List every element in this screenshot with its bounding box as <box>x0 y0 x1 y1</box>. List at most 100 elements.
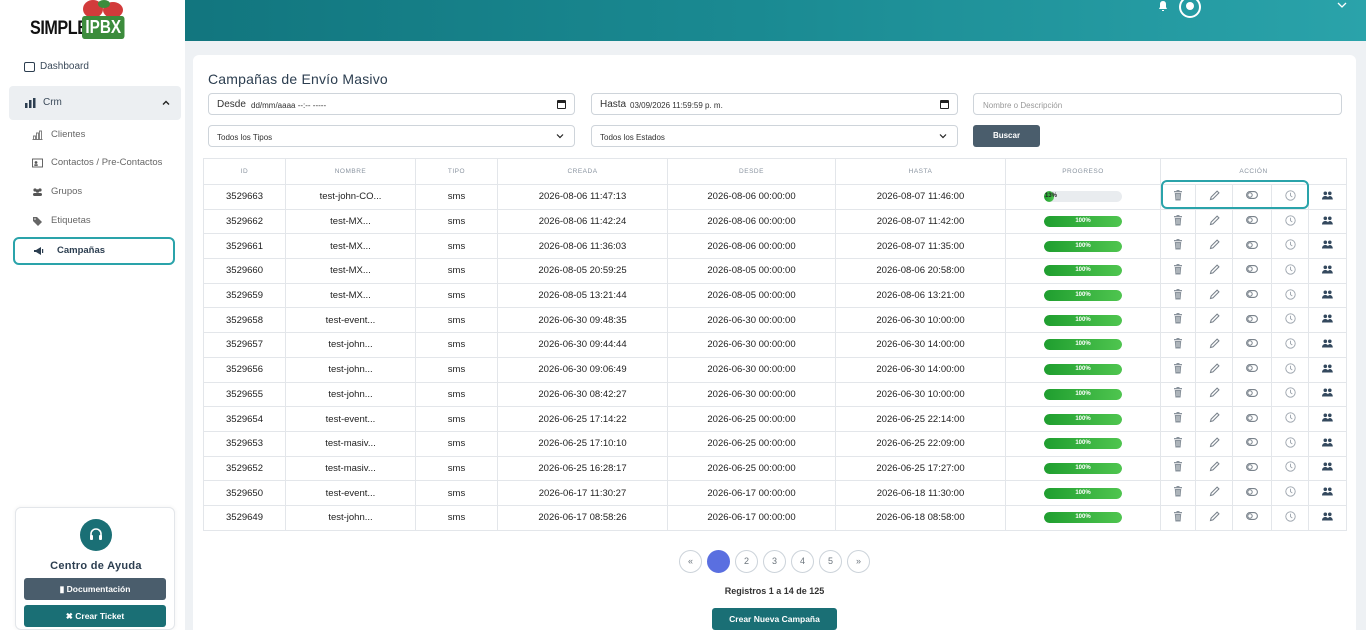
pencil-icon[interactable] <box>1209 437 1220 451</box>
action-cell[interactable] <box>1232 258 1272 284</box>
action-cell[interactable] <box>1232 282 1272 309</box>
action-cell[interactable] <box>1307 504 1348 531</box>
toggle-icon[interactable] <box>1246 462 1258 474</box>
pencil-icon[interactable] <box>1209 264 1220 278</box>
action-cell[interactable] <box>1307 258 1348 284</box>
pencil-icon[interactable] <box>1209 362 1220 377</box>
clock-icon[interactable] <box>1284 190 1296 204</box>
toggle-icon[interactable] <box>1246 487 1258 499</box>
action-cell[interactable] <box>1307 208 1348 235</box>
action-cell[interactable] <box>1160 184 1196 210</box>
sidebar-item-grupos[interactable]: Grupos <box>0 181 185 203</box>
toggle-icon[interactable] <box>1246 240 1258 252</box>
action-cell[interactable] <box>1271 233 1309 260</box>
clock-icon[interactable] <box>1284 338 1296 352</box>
estados-select[interactable]: Todos los Estados <box>591 125 958 147</box>
action-cell[interactable] <box>1160 208 1196 235</box>
action-cell[interactable] <box>1232 455 1272 482</box>
action-cell[interactable] <box>1160 233 1196 260</box>
action-cell[interactable] <box>1271 455 1309 482</box>
action-cell[interactable] <box>1195 233 1233 260</box>
toggle-icon[interactable] <box>1246 438 1258 449</box>
action-cell[interactable] <box>1195 258 1233 284</box>
calendar-icon[interactable] <box>940 100 949 109</box>
action-cell[interactable] <box>1232 307 1272 334</box>
action-cell[interactable] <box>1232 381 1272 408</box>
trash-icon[interactable] <box>1173 214 1183 229</box>
action-cell[interactable] <box>1195 356 1233 383</box>
action-cell[interactable] <box>1271 406 1309 432</box>
pagination-next[interactable]: » <box>847 550 870 573</box>
clock-icon[interactable] <box>1284 412 1296 426</box>
calendar-icon[interactable] <box>557 100 566 109</box>
action-cell[interactable] <box>1307 480 1348 506</box>
trash-icon[interactable] <box>1173 239 1183 253</box>
toggle-icon[interactable] <box>1246 265 1258 276</box>
action-cell[interactable] <box>1160 258 1196 284</box>
toggle-icon[interactable] <box>1246 364 1258 375</box>
action-cell[interactable] <box>1160 307 1196 334</box>
desde-date-field[interactable]: Desde dd/mm/aaaa --:-- ----- <box>208 93 575 115</box>
action-cell[interactable] <box>1307 381 1348 408</box>
users-icon[interactable] <box>1322 240 1333 252</box>
clock-icon[interactable] <box>1284 239 1296 253</box>
action-cell[interactable] <box>1271 381 1309 408</box>
action-cell[interactable] <box>1160 332 1196 358</box>
users-icon[interactable] <box>1322 413 1333 425</box>
users-icon[interactable] <box>1322 290 1333 302</box>
action-cell[interactable] <box>1160 430 1196 457</box>
trash-icon[interactable] <box>1173 436 1183 451</box>
trash-icon[interactable] <box>1173 313 1183 327</box>
trash-icon[interactable] <box>1173 362 1183 377</box>
trash-icon[interactable] <box>1173 510 1183 525</box>
action-cell[interactable] <box>1195 480 1233 506</box>
users-icon[interactable] <box>1322 462 1333 474</box>
users-icon[interactable] <box>1322 314 1333 326</box>
pagination-page-5[interactable]: 5 <box>819 550 842 573</box>
action-cell[interactable] <box>1271 430 1309 457</box>
action-cell[interactable] <box>1160 504 1196 531</box>
action-cell[interactable] <box>1271 282 1309 309</box>
pagination-prev[interactable]: « <box>679 550 702 573</box>
new-campaign-button[interactable]: Crear Nueva Campaña <box>712 608 837 630</box>
trash-icon[interactable] <box>1173 412 1183 426</box>
action-cell[interactable] <box>1160 381 1196 408</box>
trash-icon[interactable] <box>1173 387 1183 401</box>
pencil-icon[interactable] <box>1209 412 1220 426</box>
pencil-icon[interactable] <box>1209 486 1220 500</box>
action-cell[interactable] <box>1271 208 1309 235</box>
action-cell[interactable] <box>1232 208 1272 235</box>
pencil-icon[interactable] <box>1209 288 1220 303</box>
create-ticket-button[interactable]: ✖ Crear Ticket <box>24 605 166 627</box>
pencil-icon[interactable] <box>1209 338 1220 352</box>
action-cell[interactable] <box>1307 332 1348 358</box>
toggle-icon[interactable] <box>1246 290 1258 301</box>
clock-icon[interactable] <box>1284 288 1296 303</box>
action-cell[interactable] <box>1271 480 1309 506</box>
action-cell[interactable] <box>1195 184 1233 210</box>
action-cell[interactable] <box>1307 356 1348 383</box>
clock-icon[interactable] <box>1284 313 1296 327</box>
action-cell[interactable] <box>1271 258 1309 284</box>
action-cell[interactable] <box>1195 381 1233 408</box>
action-cell[interactable] <box>1307 455 1348 482</box>
action-cell[interactable] <box>1307 406 1348 432</box>
action-cell[interactable] <box>1195 430 1233 457</box>
action-cell[interactable] <box>1307 430 1348 457</box>
users-icon[interactable] <box>1322 388 1333 400</box>
pagination-page-1[interactable]: 1 <box>707 550 730 573</box>
toggle-icon[interactable] <box>1246 512 1258 523</box>
action-cell[interactable] <box>1160 282 1196 309</box>
action-cell[interactable] <box>1232 480 1272 506</box>
clock-icon[interactable] <box>1284 214 1296 229</box>
sidebar-item-clientes[interactable]: Clientes <box>0 124 185 146</box>
pencil-icon[interactable] <box>1209 387 1220 401</box>
action-cell[interactable] <box>1195 332 1233 358</box>
users-icon[interactable] <box>1322 487 1333 499</box>
users-icon[interactable] <box>1322 216 1333 228</box>
action-cell[interactable] <box>1195 307 1233 334</box>
clock-icon[interactable] <box>1284 387 1296 401</box>
action-cell[interactable] <box>1160 480 1196 506</box>
tipos-select[interactable]: Todos los Tipos <box>208 125 575 147</box>
trash-icon[interactable] <box>1173 486 1183 500</box>
